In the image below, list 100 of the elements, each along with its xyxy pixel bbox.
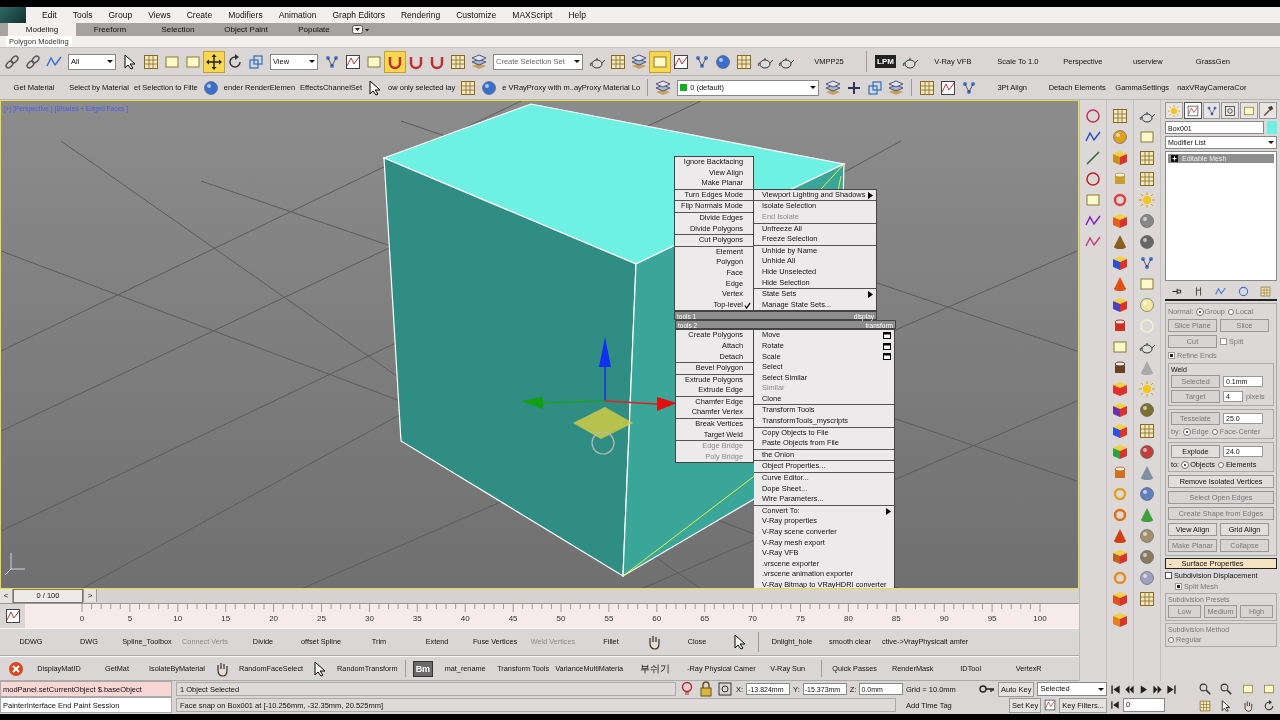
menu-item[interactable]: Views <box>140 10 179 20</box>
zoom-icon[interactable] <box>1198 683 1211 696</box>
next-frame-button[interactable]: > <box>83 589 97 603</box>
cube-icon[interactable] <box>1112 381 1129 397</box>
target-icon[interactable] <box>717 681 733 697</box>
play-icon[interactable] <box>1138 683 1150 695</box>
ribbon-tab[interactable]: Modeling <box>8 23 76 36</box>
cone-icon[interactable] <box>1139 507 1156 523</box>
cube-icon[interactable] <box>1112 402 1129 418</box>
options-box-icon[interactable] <box>883 332 891 340</box>
checkbox[interactable] <box>1165 572 1172 579</box>
menu-item[interactable]: Group <box>100 10 141 20</box>
previous-frame-button[interactable]: < <box>0 589 13 604</box>
sphere-icon[interactable] <box>1139 234 1156 250</box>
cube-icon[interactable] <box>1112 150 1129 166</box>
sphere-icon[interactable] <box>1139 213 1156 229</box>
menu-item[interactable]: Create <box>178 10 221 20</box>
grid-icon[interactable] <box>1112 108 1129 124</box>
ribbon-options-icon[interactable] <box>352 25 370 34</box>
cube-icon[interactable] <box>1112 444 1129 460</box>
step-forward-icon[interactable] <box>1152 683 1164 695</box>
cube-icon[interactable] <box>1112 255 1129 271</box>
options-box-icon[interactable] <box>883 342 891 350</box>
toolbar-button[interactable]: LPM <box>875 55 896 68</box>
skip-end-icon[interactable] <box>1166 683 1178 695</box>
sphere-icon[interactable] <box>1139 297 1156 313</box>
cube-icon[interactable] <box>1112 612 1129 628</box>
cone-icon[interactable] <box>1112 528 1129 544</box>
ring-icon[interactable] <box>1112 507 1129 523</box>
expand-icon[interactable] <box>1171 155 1178 162</box>
sphere-icon[interactable] <box>1139 528 1156 544</box>
curve-icon[interactable] <box>4 608 21 625</box>
radio-button[interactable] <box>1217 461 1224 468</box>
circle-icon[interactable] <box>1085 171 1102 187</box>
radio-button[interactable] <box>1227 308 1234 315</box>
grid-icon[interactable] <box>1139 423 1156 439</box>
curve-icon[interactable] <box>1044 699 1057 711</box>
circle-icon[interactable] <box>1085 108 1102 124</box>
line-icon[interactable] <box>1085 150 1102 166</box>
step-back-icon[interactable] <box>1124 683 1136 695</box>
cube-icon[interactable] <box>1112 549 1129 565</box>
cube-icon[interactable] <box>1112 213 1129 229</box>
sphere-icon[interactable] <box>1139 402 1156 418</box>
hand-icon[interactable] <box>646 634 662 651</box>
ring-icon[interactable] <box>1112 192 1129 208</box>
cube-icon[interactable] <box>1112 297 1129 313</box>
ribbon-tab[interactable]: Freeform <box>76 23 144 36</box>
menu-item[interactable]: Customize <box>448 10 505 20</box>
cone-icon[interactable] <box>1112 276 1129 292</box>
sphere-icon[interactable] <box>1139 549 1156 565</box>
ribbon-tab[interactable]: Populate <box>280 23 348 36</box>
cursor-icon[interactable] <box>1220 699 1233 712</box>
menu-item[interactable]: Edit <box>34 10 65 20</box>
check-icon <box>744 301 751 309</box>
close-icon[interactable] <box>8 660 24 677</box>
cube-icon[interactable] <box>1112 423 1129 439</box>
ribbon-tab[interactable]: Object Paint <box>212 23 280 36</box>
menu-item[interactable]: MAXScript <box>504 10 561 20</box>
cone-icon[interactable] <box>1139 465 1156 481</box>
transform-gizmo[interactable] <box>521 337 677 455</box>
menu-item[interactable]: Help <box>560 10 594 20</box>
toolbar-button[interactable]: 부쉬기 <box>626 659 685 678</box>
grid-icon[interactable] <box>1139 171 1156 187</box>
square-icon[interactable] <box>1085 192 1102 208</box>
submenu-arrow-icon <box>868 191 873 199</box>
menu-item[interactable]: Animation <box>270 10 325 20</box>
menu-item[interactable]: Modifiers <box>220 10 271 20</box>
zigzag-icon[interactable] <box>1215 285 1227 297</box>
grid-icon[interactable] <box>1139 150 1156 166</box>
circle-icon[interactable] <box>1237 285 1249 297</box>
lock-icon[interactable] <box>698 681 714 697</box>
square-icon[interactable] <box>1139 129 1156 145</box>
options-box-icon[interactable] <box>883 353 891 361</box>
dots-icon[interactable] <box>1139 255 1156 271</box>
toolbar-button[interactable]: Bm <box>412 660 434 677</box>
grid-icon[interactable] <box>1260 285 1272 297</box>
menu-item[interactable]: Rendering <box>392 10 449 20</box>
grid-icon[interactable] <box>1139 591 1156 607</box>
menu-item[interactable]: Tools <box>64 10 101 20</box>
radio-button[interactable] <box>1168 636 1174 643</box>
square-icon[interactable] <box>1241 683 1254 696</box>
zoom-icon[interactable] <box>1220 683 1233 696</box>
cursor-icon[interactable] <box>732 634 748 651</box>
bulb-icon[interactable] <box>679 681 695 697</box>
cone-icon[interactable] <box>1112 234 1129 250</box>
ribbon-tab[interactable]: Selection <box>144 23 212 36</box>
square-icon[interactable] <box>1112 339 1129 355</box>
cube-icon[interactable] <box>1112 591 1129 607</box>
sphere-icon[interactable] <box>1112 129 1129 145</box>
skip-start-icon[interactable] <box>1110 683 1122 695</box>
sphere-icon[interactable] <box>1139 486 1156 502</box>
viewport[interactable] <box>0 100 1080 590</box>
hand-icon[interactable] <box>1241 699 1254 712</box>
menu-item[interactable]: Graph Editors <box>324 10 393 20</box>
sphere-icon[interactable] <box>1139 570 1156 586</box>
sphere-icon[interactable] <box>1139 444 1156 460</box>
skip-start-icon[interactable] <box>1109 700 1120 710</box>
object-color-swatch[interactable] <box>1267 121 1277 134</box>
square-icon[interactable] <box>1139 276 1156 292</box>
rotate-icon[interactable] <box>1263 699 1276 712</box>
